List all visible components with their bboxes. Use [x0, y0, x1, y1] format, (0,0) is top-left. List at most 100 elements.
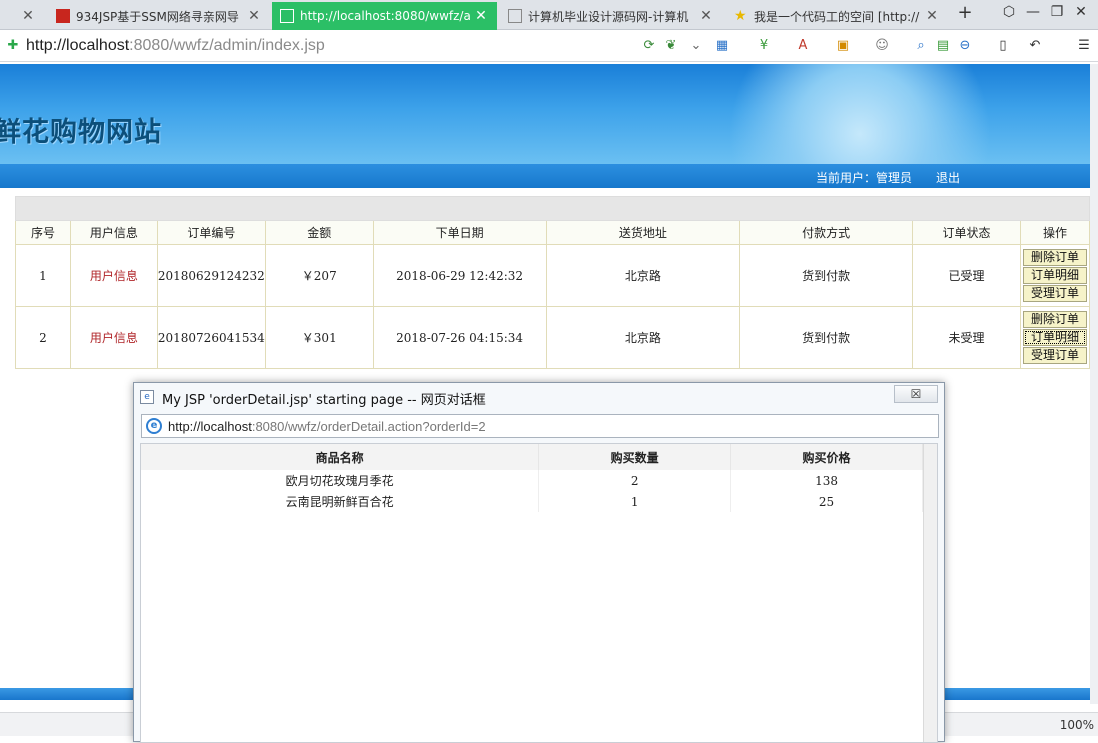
translate-icon[interactable]: A: [795, 38, 811, 54]
current-user-label: 当前用户：管理员: [815, 171, 912, 185]
close-icon[interactable]: ✕: [698, 8, 714, 24]
address-bar: ✚ http://localhost:8080/wwfz/admin/index…: [0, 30, 1098, 62]
accept-order-button[interactable]: 受理订单: [1022, 347, 1087, 364]
tab-partial[interactable]: ✕: [0, 2, 44, 30]
dropdown-icon[interactable]: ⌄: [688, 38, 704, 54]
product-price: 25: [730, 491, 923, 512]
column-header: 订单状态: [912, 220, 1021, 245]
user-info-link[interactable]: 用户信息: [90, 269, 138, 283]
user-info-link[interactable]: 用户信息: [90, 331, 138, 345]
table-caption-row: [15, 196, 1090, 221]
bookmark-icon[interactable]: ▯: [995, 38, 1011, 54]
undo-icon[interactable]: ↶: [1027, 38, 1043, 54]
ie-icon: e: [146, 418, 162, 434]
order-amount: ￥207: [264, 244, 374, 307]
dialog-scrollbar[interactable]: [923, 444, 937, 742]
menu-icon[interactable]: ☰: [1076, 38, 1092, 54]
reader-icon[interactable]: ▤: [935, 38, 951, 54]
leaf-icon[interactable]: ❦: [663, 38, 679, 54]
column-header: 金额: [264, 220, 374, 245]
screenshot-icon[interactable]: ▣: [835, 38, 851, 54]
tab-label: 我是一个代码工的空间 [http://: [754, 9, 920, 24]
tab-4[interactable]: ★ 我是一个代码工的空间 [http:// ✕: [726, 2, 948, 30]
close-window-icon[interactable]: ✕: [1070, 4, 1092, 20]
site-header-banner: 鲜花购物网站: [0, 64, 1090, 164]
tab-label: http://localhost:8080/wwfz/a: [300, 9, 471, 23]
close-icon[interactable]: ✕: [246, 8, 262, 24]
delete-order-button[interactable]: 删除订单: [1022, 311, 1087, 328]
column-header: 订单编号: [156, 220, 266, 245]
order-amount: ￥301: [264, 306, 374, 369]
product-name: 云南昆明新鲜百合花: [141, 491, 540, 512]
dialog-title: My JSP 'orderDetail.jsp' starting page -…: [162, 393, 486, 408]
page-icon: [280, 9, 294, 23]
extension-grid-icon[interactable]: ▦: [714, 38, 730, 54]
column-header: 送货地址: [545, 220, 741, 245]
table-row: 2 用户信息 20180726041534 ￥301 2018-07-26 04…: [15, 306, 1091, 369]
table-row: 云南昆明新鲜百合花 1 25: [141, 491, 923, 512]
dialog-titlebar[interactable]: e My JSP 'orderDetail.jsp' starting page…: [134, 383, 944, 411]
order-detail-dialog: e My JSP 'orderDetail.jsp' starting page…: [133, 382, 945, 743]
banner-swirl: [710, 64, 1010, 164]
payment-method: 货到付款: [739, 306, 914, 369]
action-cell: 删除订单 订单明细 受理订单: [1019, 244, 1091, 307]
column-header: 商品名称: [141, 444, 540, 470]
nav-strip: 当前用户：管理员 退出: [0, 164, 1090, 188]
page-icon: [508, 9, 522, 23]
shipping-address: 北京路: [545, 244, 741, 307]
column-header: 操作: [1019, 220, 1091, 245]
restore-icon[interactable]: ❐: [1046, 4, 1068, 20]
close-icon[interactable]: ✕: [473, 8, 489, 24]
site-title: 鲜花购物网站: [0, 117, 162, 148]
orders-table: 序号 用户信息 订单编号 金额 下单日期 送货地址 付款方式 订单状态 操作 1…: [15, 196, 1091, 369]
order-no: 1: [15, 244, 71, 307]
product-qty: 1: [538, 491, 732, 512]
product-price: 138: [730, 470, 923, 491]
order-no: 2: [15, 306, 71, 369]
minimize-icon[interactable]: —: [1022, 4, 1044, 20]
order-status: 已受理: [912, 244, 1021, 307]
tab-1[interactable]: 934JSP基于SSM网络寻亲网导 ✕: [48, 2, 270, 30]
close-icon[interactable]: ✕: [924, 8, 940, 24]
browser-tab-strip: ✕ 934JSP基于SSM网络寻亲网导 ✕ http://localhost:8…: [0, 0, 1098, 30]
logout-link[interactable]: 退出: [936, 169, 960, 186]
tab-3[interactable]: 计算机毕业设计源码网-计算机 ✕: [500, 2, 722, 30]
order-status: 未受理: [912, 306, 1021, 369]
accept-order-button[interactable]: 受理订单: [1022, 285, 1087, 302]
order-date: 2018-06-29 12:42:32: [372, 244, 547, 307]
order-detail-button[interactable]: 订单明细: [1022, 329, 1087, 346]
column-header: 购买数量: [538, 444, 732, 470]
column-header: 下单日期: [372, 220, 547, 245]
detail-header-row: 商品名称 购买数量 购买价格: [141, 444, 923, 470]
column-header: 购买价格: [730, 444, 923, 470]
refresh-icon[interactable]: ⟳: [641, 38, 657, 54]
order-number: 20180629124232: [156, 244, 266, 307]
zoom-level[interactable]: 100%: [1060, 718, 1094, 732]
table-header-row: 序号 用户信息 订单编号 金额 下单日期 送货地址 付款方式 订单状态 操作: [15, 220, 1091, 245]
close-icon[interactable]: ✕: [20, 8, 36, 24]
product-qty: 2: [538, 470, 732, 491]
site-favicon-icon: [56, 9, 70, 23]
address-input[interactable]: http://localhost:8080/wwfz/admin/index.j…: [26, 37, 325, 55]
shirt-icon[interactable]: ⬡: [998, 4, 1020, 20]
tab-label: 计算机毕业设计源码网-计算机: [528, 9, 689, 24]
table-row: 欧月切花玫瑰月季花 2 138: [141, 470, 923, 491]
shipping-address: 北京路: [545, 306, 741, 369]
column-header: 序号: [15, 220, 71, 245]
search-icon[interactable]: ⌕: [913, 38, 929, 54]
action-cell: 删除订单 订单明细 受理订单: [1019, 306, 1091, 369]
order-detail-table: 商品名称 购买数量 购买价格 欧月切花玫瑰月季花 2 138 云南昆明新鲜百合花…: [141, 444, 923, 512]
zoom-out-icon[interactable]: ⊖: [957, 38, 973, 54]
dialog-page-icon: e: [140, 390, 154, 404]
tab-2-active[interactable]: http://localhost:8080/wwfz/a ✕: [272, 2, 497, 30]
product-name: 欧月切花玫瑰月季花: [141, 470, 540, 491]
yen-icon[interactable]: ¥: [756, 38, 772, 54]
dialog-body: 商品名称 购买数量 购买价格 欧月切花玫瑰月季花 2 138 云南昆明新鲜百合花…: [140, 443, 938, 743]
page-scrollbar[interactable]: [1090, 64, 1098, 704]
dialog-close-button[interactable]: ☒: [894, 385, 938, 403]
game-icon[interactable]: ☺: [874, 38, 890, 54]
order-detail-button[interactable]: 订单明细: [1022, 267, 1087, 284]
column-header: 用户信息: [69, 220, 158, 245]
delete-order-button[interactable]: 删除订单: [1022, 249, 1087, 266]
new-tab-button[interactable]: +: [954, 2, 976, 23]
